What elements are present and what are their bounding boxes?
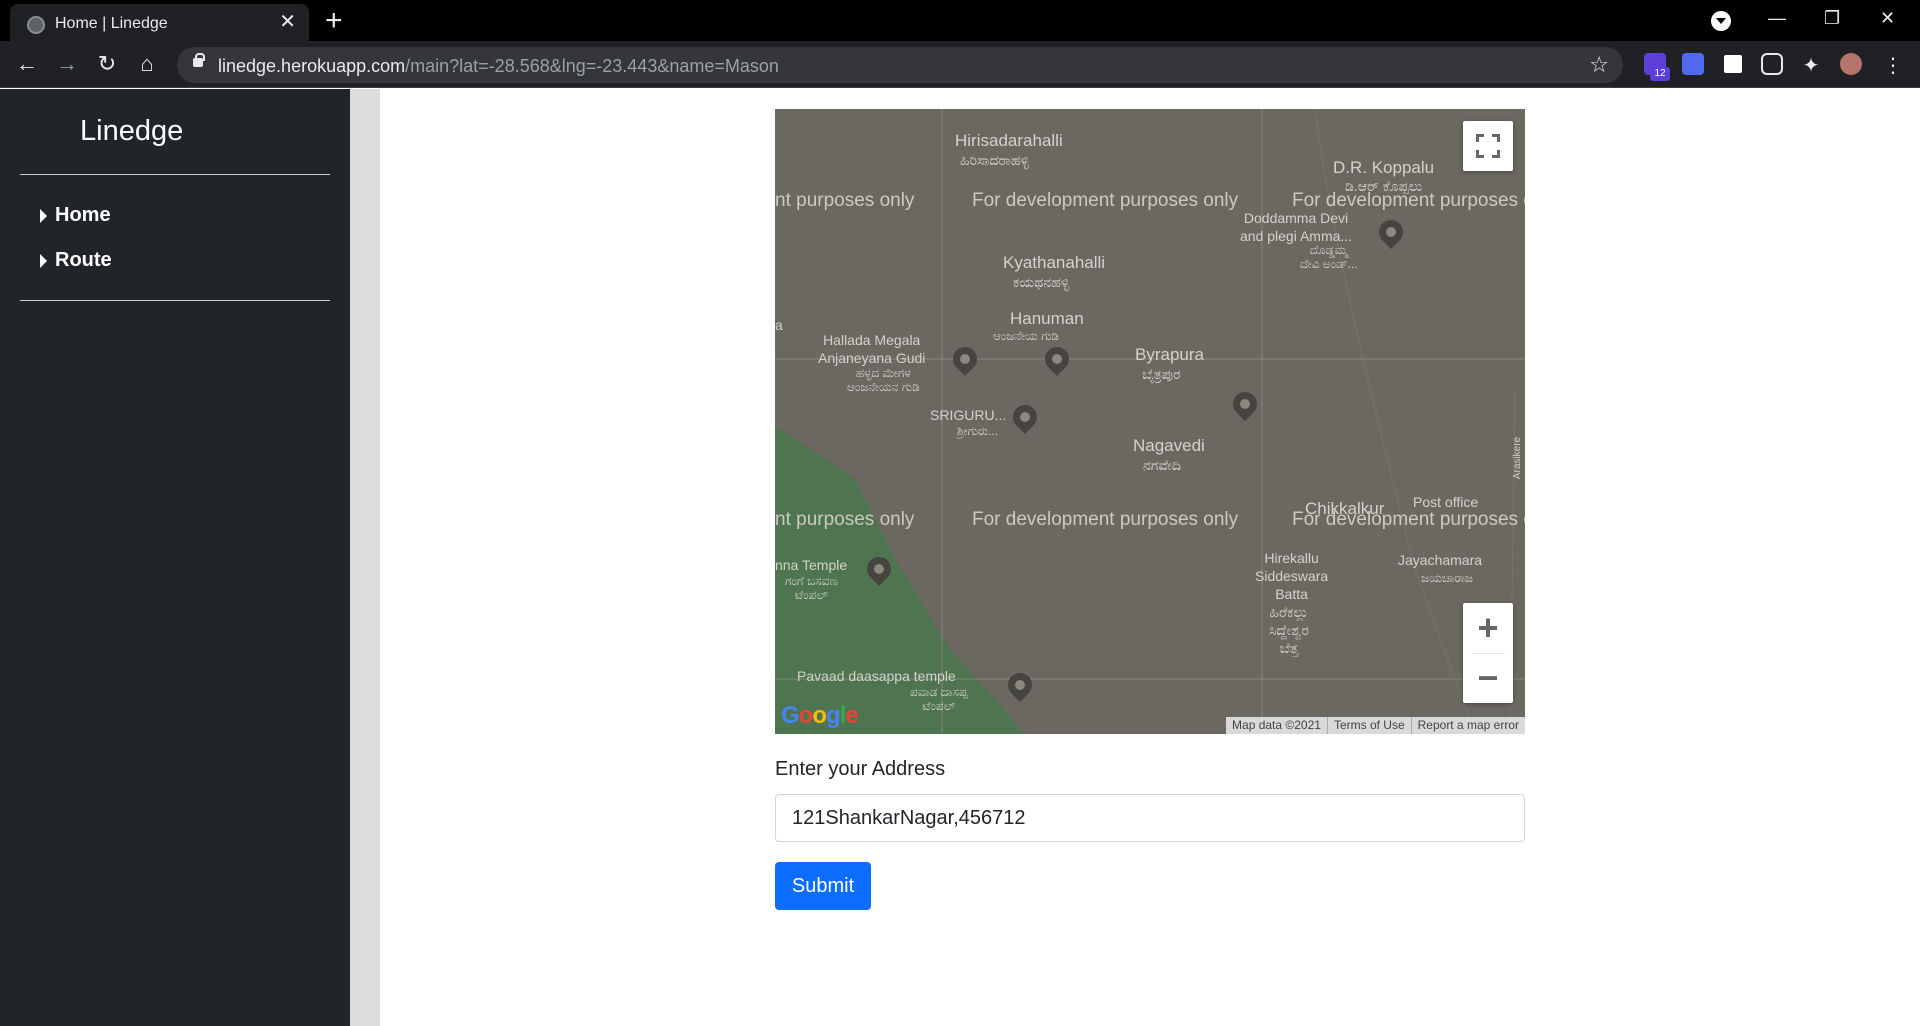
zoom-out-button[interactable]: − — [1463, 653, 1513, 703]
map-label: nna Temple — [775, 557, 848, 573]
sidebar-item-home[interactable]: Home — [40, 204, 111, 227]
back-icon[interactable]: ← — [14, 51, 40, 77]
map[interactable]: nt purposes only For development purpose… — [775, 109, 1525, 734]
address-bar[interactable]: linedge.herokuapp.com/main?lat=-28.568&l… — [177, 47, 1623, 83]
map-label: Pavaad daasappa temple — [797, 668, 956, 684]
map-label: ದೊಡ್ಡಮ್ಮ ದೇವಿ ಅಂಡ್... — [1300, 243, 1358, 271]
map-label: ಹಿರಿಸಾದರಾಹಳ್ಳಿ — [960, 152, 1029, 168]
map-label: Hanuman — [1010, 309, 1084, 328]
map-label: Jayachamara — [1398, 552, 1483, 568]
map-label: ಹಿರೆಕಲ್ಲು ಸಿದ್ದೇಶ್ವರ ಬೆತ್ತ — [1269, 604, 1309, 656]
sidebar-item-label: Route — [55, 249, 112, 271]
fullscreen-button[interactable] — [1463, 121, 1513, 171]
sidebar-item-label: Home — [55, 204, 111, 226]
extension-badge: 12 — [1650, 67, 1670, 81]
google-logo[interactable]: Google — [781, 702, 859, 730]
address-label: Enter your Address — [775, 758, 946, 780]
map-label: ಡಿ.ಆರ್ ಕೊಪ್ಪಲು — [1345, 178, 1423, 194]
map-label: ಶ್ರೀಗುರು... — [957, 424, 999, 438]
minimize-icon[interactable]: — — [1768, 8, 1786, 29]
terms-of-use-link[interactable]: Terms of Use — [1326, 717, 1411, 734]
map-label: Post office — [1413, 494, 1479, 510]
restore-icon[interactable]: ❐ — [1824, 8, 1840, 29]
tab-title: Home | Linedge — [55, 15, 168, 32]
map-label: Hallada Megala Anjaneyana Gudi — [818, 332, 926, 366]
map-label: ಕಯಥನಹಳ್ಳಿ — [1013, 274, 1070, 290]
map-label: ನಗವೇದಿ — [1143, 457, 1181, 473]
notion-icon[interactable] — [1722, 53, 1744, 75]
map-label: ಹಳ್ಳದ ಮೇಗಳ ಆಂಜನೇಯನ ಗುಡಿ — [847, 366, 920, 394]
content-gutter — [350, 89, 380, 1026]
map-label: Nagavedi — [1133, 436, 1205, 455]
zoom-control: + − — [1463, 603, 1513, 703]
dev-watermark: nt purposes only — [775, 190, 915, 211]
browser-tab[interactable]: Home | Linedge ✕ — [10, 4, 309, 41]
map-label: Doddamma Devi and plegi Amma... — [1240, 210, 1353, 244]
map-label: ಪವಾಡ ದಾಸಪ್ಪ ಟೆಂಪಲ್ — [910, 685, 968, 713]
map-label: Hirisadarahalli — [955, 131, 1063, 150]
map-label: ಆಂಜನೇಯ ಗುಡಿ — [993, 329, 1059, 343]
sidebar-divider — [20, 300, 330, 301]
url-text: linedge.herokuapp.com/main?lat=-28.568&l… — [218, 56, 779, 76]
map-data-credit: Map data ©2021 — [1232, 718, 1321, 732]
submit-button[interactable]: Submit — [775, 862, 871, 910]
pocket-icon[interactable] — [1761, 53, 1783, 75]
new-tab-icon[interactable]: + — [325, 6, 343, 36]
globe-icon — [27, 16, 45, 34]
home-icon[interactable]: ⌂ — [134, 51, 160, 77]
map-label: D.R. Koppalu — [1333, 158, 1435, 177]
dev-watermark: For development purposes only — [972, 190, 1239, 211]
dev-watermark: For development purposes only — [972, 509, 1239, 530]
dev-watermark: nt purposes only — [775, 509, 915, 530]
window-close-icon[interactable]: ✕ — [1880, 8, 1895, 29]
sidebar: Linedge Home Route — [0, 89, 350, 1026]
map-label: ಬೈತ್ರಪುರ — [1142, 366, 1181, 382]
map-label: Hirekallu Siddeswara Batta — [1255, 550, 1329, 602]
caret-right-icon — [40, 253, 47, 268]
map-label: a — [775, 317, 783, 333]
browser-tabbar: Home | Linedge ✕ + — ❐ ✕ — [0, 0, 1920, 41]
map-label: ಗಂಗೆ ಬಸವಣ ಟೆಂಪಲ್ — [785, 574, 838, 602]
tab-search-icon[interactable] — [1711, 11, 1731, 31]
close-tab-icon[interactable]: ✕ — [279, 12, 296, 32]
map-attribution: Map data ©2021 Terms of Use Report a map… — [1226, 717, 1525, 734]
brand-title[interactable]: Linedge — [80, 115, 183, 148]
report-map-error-link[interactable]: Report a map error — [1410, 717, 1525, 734]
address-input[interactable] — [775, 794, 1525, 842]
bookmark-star-icon[interactable]: ☆ — [1589, 52, 1609, 78]
map-label: ಜಯಚಾರಾಜ — [1421, 571, 1473, 585]
map-label: Kyathanahalli — [1003, 253, 1106, 272]
menu-kebab-icon[interactable]: ⋮ — [1882, 53, 1904, 77]
browser-toolbar: ← → ↻ ⌂ linedge.herokuapp.com/main?lat=-… — [0, 41, 1920, 88]
map-label: Arasikere — [1512, 436, 1524, 480]
map-label: Chikkalkur — [1305, 499, 1385, 518]
map-label: Byrapura — [1135, 345, 1204, 364]
extension-icon[interactable] — [1682, 53, 1704, 75]
avatar[interactable] — [1840, 53, 1862, 75]
caret-right-icon — [40, 208, 47, 223]
sidebar-item-route[interactable]: Route — [40, 249, 112, 272]
reload-icon[interactable]: ↻ — [94, 51, 120, 77]
zoom-in-button[interactable]: + — [1463, 603, 1513, 653]
sidebar-divider — [20, 174, 330, 175]
forward-icon[interactable]: → — [54, 51, 80, 77]
puzzle-icon[interactable]: ✦ — [1800, 53, 1822, 77]
lock-icon[interactable] — [193, 53, 205, 67]
